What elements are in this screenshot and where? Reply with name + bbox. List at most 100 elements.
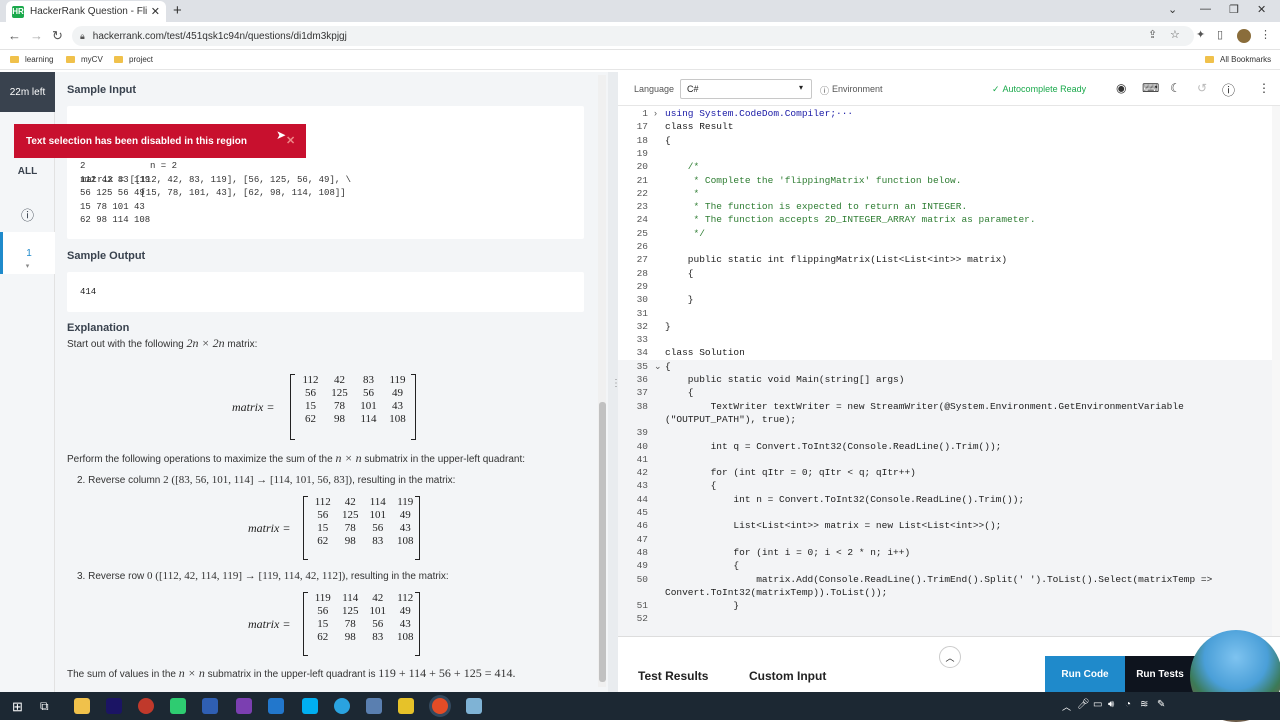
folder-icon	[66, 56, 75, 63]
language-select[interactable]: C# ▾	[680, 79, 812, 99]
app-icon[interactable]	[466, 698, 482, 714]
share-icon[interactable]: ⇪	[1148, 28, 1157, 41]
close-window-icon[interactable]: ✕	[1257, 3, 1266, 16]
volume-icon[interactable]: 🔊︎	[1108, 699, 1114, 710]
minimize-icon[interactable]: —	[1200, 3, 1211, 15]
task-view-icon[interactable]: ⧉	[40, 699, 49, 714]
code-line[interactable]: {	[665, 480, 717, 491]
profile-avatar[interactable]	[1237, 29, 1251, 43]
code-line[interactable]: TextWriter textWriter = new StreamWriter…	[665, 401, 1184, 412]
vscode-icon[interactable]	[268, 698, 284, 714]
extensions-icon[interactable]: ✦	[1196, 28, 1205, 41]
eye-icon[interactable]: ◉	[1116, 81, 1126, 95]
more-options-icon[interactable]: ⋮	[1258, 81, 1270, 95]
code-lines[interactable]: 1 using System.CodeDom.Compiler;··· 17 clas…	[618, 106, 1272, 636]
fold-chevron-down-icon[interactable]: ⌄	[654, 361, 662, 372]
visual-studio-icon[interactable]	[236, 698, 252, 714]
toast-close-icon[interactable]: ✕	[286, 134, 295, 147]
browser-tab[interactable]: HR HackerRank Question - Flipping ✕	[6, 1, 166, 22]
skype-icon[interactable]	[302, 698, 318, 714]
side-panel-icon[interactable]: ▯	[1217, 28, 1223, 41]
code-line[interactable]: *	[665, 188, 700, 199]
code-line[interactable]: Convert.ToInt32(matrixTemp)).ToList());	[665, 587, 887, 598]
file-explorer-icon[interactable]	[74, 698, 90, 714]
line-number: 33	[636, 334, 648, 346]
back-icon[interactable]: ←	[8, 28, 21, 43]
pen-icon[interactable]: ✎	[1157, 699, 1165, 710]
code-line[interactable]: * The function accepts 2D_INTEGER_ARRAY …	[665, 214, 1036, 225]
run-tests-button[interactable]: Run Tests	[1125, 656, 1195, 692]
wifi-icon[interactable]: ≋	[1140, 699, 1148, 710]
app-icon[interactable]	[138, 698, 154, 714]
code-line[interactable]: {	[665, 387, 694, 398]
all-bookmarks[interactable]: All Bookmarks	[1205, 55, 1271, 64]
reload-icon[interactable]: ↻	[52, 28, 63, 44]
code-line[interactable]: matrix.Add(Console.ReadLine().TrimEnd().…	[665, 574, 1212, 585]
code-line[interactable]: List<List<int>> matrix = new List<List<i…	[665, 520, 1001, 531]
code-line[interactable]: }	[665, 294, 694, 305]
battery-icon[interactable]: ▭	[1093, 699, 1102, 710]
tab-test-results[interactable]: Test Results	[638, 669, 708, 683]
selection-disabled-toast: Text selection has been disabled in this…	[14, 124, 306, 158]
code-line[interactable]: class Result	[665, 121, 733, 132]
problem-scrollbar-thumb[interactable]	[599, 402, 606, 682]
close-tab-icon[interactable]: ✕	[151, 5, 160, 18]
code-line[interactable]: {	[665, 268, 694, 279]
app-icon[interactable]	[170, 698, 186, 714]
dark-mode-icon[interactable]: ☾	[1170, 81, 1181, 95]
matrix-cell: 83	[363, 374, 374, 386]
line-number: 29	[636, 280, 648, 292]
bookmark-star-icon[interactable]: ☆	[1170, 28, 1180, 41]
sample-input-explained-line: n = 2	[150, 161, 178, 171]
network-icon[interactable]: ◔	[1125, 699, 1131, 710]
code-line[interactable]: }	[665, 600, 739, 611]
code-line[interactable]: ("OUTPUT_PATH"), true);	[665, 414, 796, 425]
code-line[interactable]: /*	[665, 161, 699, 172]
forward-icon[interactable]: →	[30, 28, 43, 43]
premiere-icon[interactable]	[106, 698, 122, 714]
microphone-icon[interactable]: 🎤︎	[1077, 699, 1090, 710]
code-line[interactable]: {	[665, 361, 671, 372]
app-icon[interactable]	[202, 698, 218, 714]
code-line[interactable]: * The function is expected to return an …	[665, 201, 968, 212]
matrix-cell: 56	[363, 387, 374, 399]
code-line[interactable]: int q = Convert.ToInt32(Console.ReadLine…	[665, 441, 1002, 452]
new-tab-icon[interactable]: +	[173, 2, 182, 19]
windows-start-icon[interactable]: ⊞	[12, 699, 23, 715]
keyboard-icon[interactable]: ⌨	[1142, 81, 1159, 95]
url-field[interactable]: 🔒︎ hackerrank.com/test/451qsk1c94n/quest…	[72, 26, 1194, 46]
info-icon[interactable]: ⓘ	[0, 205, 55, 224]
tab-custom-input[interactable]: Custom Input	[749, 669, 826, 683]
tab-search-icon[interactable]: ⌄	[1168, 3, 1177, 16]
code-line[interactable]: using System.CodeDom.Compiler;···	[665, 108, 853, 119]
app-icon[interactable]	[366, 698, 382, 714]
code-line[interactable]: int n = Convert.ToInt32(Console.ReadLine…	[665, 494, 1024, 505]
reset-icon[interactable]: ↺	[1197, 81, 1207, 95]
restore-icon[interactable]: ❐	[1229, 3, 1239, 16]
code-line[interactable]: class Solution	[665, 347, 745, 358]
telegram-icon[interactable]	[334, 698, 350, 714]
bookmark-project[interactable]: project	[114, 55, 153, 64]
help-icon[interactable]: ⓘ	[1222, 80, 1235, 99]
app-icon[interactable]	[398, 698, 414, 714]
code-line[interactable]: for (int qItr = 0; qItr < q; qItr++)	[665, 467, 916, 478]
menu-icon[interactable]: ⋮	[1260, 28, 1271, 41]
line-number: 21	[636, 174, 648, 186]
code-line[interactable]: for (int i = 0; i < 2 * n; i++)	[665, 547, 910, 558]
code-line[interactable]: public static void Main(string[] args)	[665, 374, 905, 385]
code-line[interactable]: public static int flippingMatrix(List<Li…	[665, 254, 1007, 265]
bookmark-learning[interactable]: learning	[10, 55, 53, 64]
code-line[interactable]: {	[665, 560, 739, 571]
expand-panel-icon[interactable]: ︿	[939, 646, 961, 668]
chrome-icon[interactable]	[432, 698, 448, 714]
fold-chevron-right-icon[interactable]: ›	[654, 108, 657, 118]
code-line[interactable]: * Complete the 'flippingMatrix' function…	[665, 175, 962, 186]
code-line[interactable]: {	[665, 135, 671, 146]
editor-scrollbar[interactable]	[1272, 106, 1280, 636]
run-code-button[interactable]: Run Code	[1045, 656, 1125, 692]
code-line[interactable]: }	[665, 321, 671, 332]
bookmark-mycv[interactable]: myCV	[66, 55, 103, 64]
code-line[interactable]: */	[665, 228, 705, 239]
environment-link[interactable]: ⓘ Environment	[820, 84, 883, 97]
tray-chevron-icon[interactable]: ︿	[1062, 700, 1071, 713]
